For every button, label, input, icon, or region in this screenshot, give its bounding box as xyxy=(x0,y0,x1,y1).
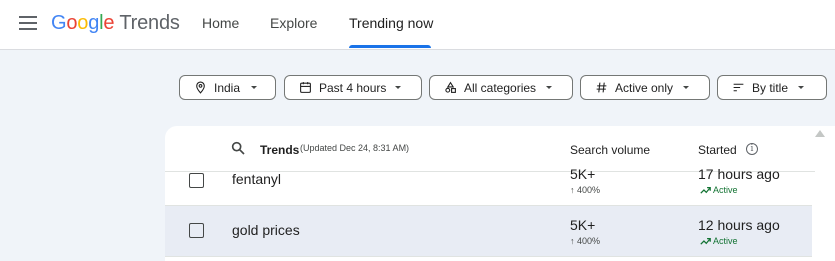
location-filter-label: India xyxy=(214,81,241,95)
time-range-filter-label: Past 4 hours xyxy=(319,81,387,95)
started-column-header[interactable]: Started xyxy=(698,143,737,157)
categories-icon xyxy=(445,81,456,93)
started-time: 17 hours ago xyxy=(698,166,780,182)
started-time: 12 hours ago xyxy=(698,217,780,233)
volume-change-text: ↑ 400% xyxy=(570,185,601,195)
trending-up-icon xyxy=(700,238,711,245)
time-range-filter-button[interactable]: Past 4 hours xyxy=(284,75,422,100)
hamburger-menu-icon[interactable] xyxy=(19,16,37,30)
category-filter-label: All categories xyxy=(464,81,537,95)
info-icon[interactable]: i xyxy=(746,143,758,155)
row-checkbox[interactable] xyxy=(189,223,204,238)
active-status: Active xyxy=(700,236,738,246)
chevron-down-icon xyxy=(546,86,552,89)
volume-change-text: ↑ 400% xyxy=(570,236,601,246)
active-status: Active xyxy=(700,185,738,195)
search-icon[interactable] xyxy=(230,140,246,156)
search-volume-value: 5K+ xyxy=(570,217,596,233)
row-divider xyxy=(165,256,812,257)
hashtag-icon xyxy=(596,82,607,93)
active-tab-indicator xyxy=(349,45,431,48)
tab-trending-now[interactable]: Trending now xyxy=(349,15,433,31)
table-title: Trends xyxy=(260,143,300,157)
chevron-down-icon xyxy=(798,86,804,89)
sort-filter-label: By title xyxy=(752,81,789,95)
row-checkbox[interactable] xyxy=(189,173,204,188)
chevron-down-icon xyxy=(395,86,401,89)
status-filter-button[interactable]: Active only xyxy=(580,75,710,100)
chevron-down-icon xyxy=(251,86,257,89)
top-app-bar: Google Trends Home Explore Trending now xyxy=(0,0,835,50)
chevron-down-icon xyxy=(683,86,689,89)
tab-home[interactable]: Home xyxy=(202,15,239,31)
sort-filter-button[interactable]: By title xyxy=(717,75,827,100)
location-pin-icon xyxy=(196,81,205,94)
location-filter-button[interactable]: India xyxy=(179,75,276,100)
scroll-up-arrow-icon[interactable] xyxy=(815,130,825,137)
category-filter-button[interactable]: All categories xyxy=(429,75,573,100)
trend-title[interactable]: fentanyl xyxy=(232,171,281,187)
last-updated-text: (Updated Dec 24, 8:31 AM) xyxy=(300,143,410,153)
search-volume-value: 5K+ xyxy=(570,166,596,182)
calendar-icon xyxy=(300,82,311,93)
search-volume-column-header[interactable]: Search volume xyxy=(570,143,650,157)
sort-icon xyxy=(733,83,744,92)
trending-up-icon xyxy=(700,187,711,194)
google-trends-logo[interactable]: Google Trends xyxy=(51,12,180,35)
trend-title[interactable]: gold prices xyxy=(232,222,300,238)
status-filter-label: Active only xyxy=(615,81,674,95)
tab-explore[interactable]: Explore xyxy=(270,15,317,31)
